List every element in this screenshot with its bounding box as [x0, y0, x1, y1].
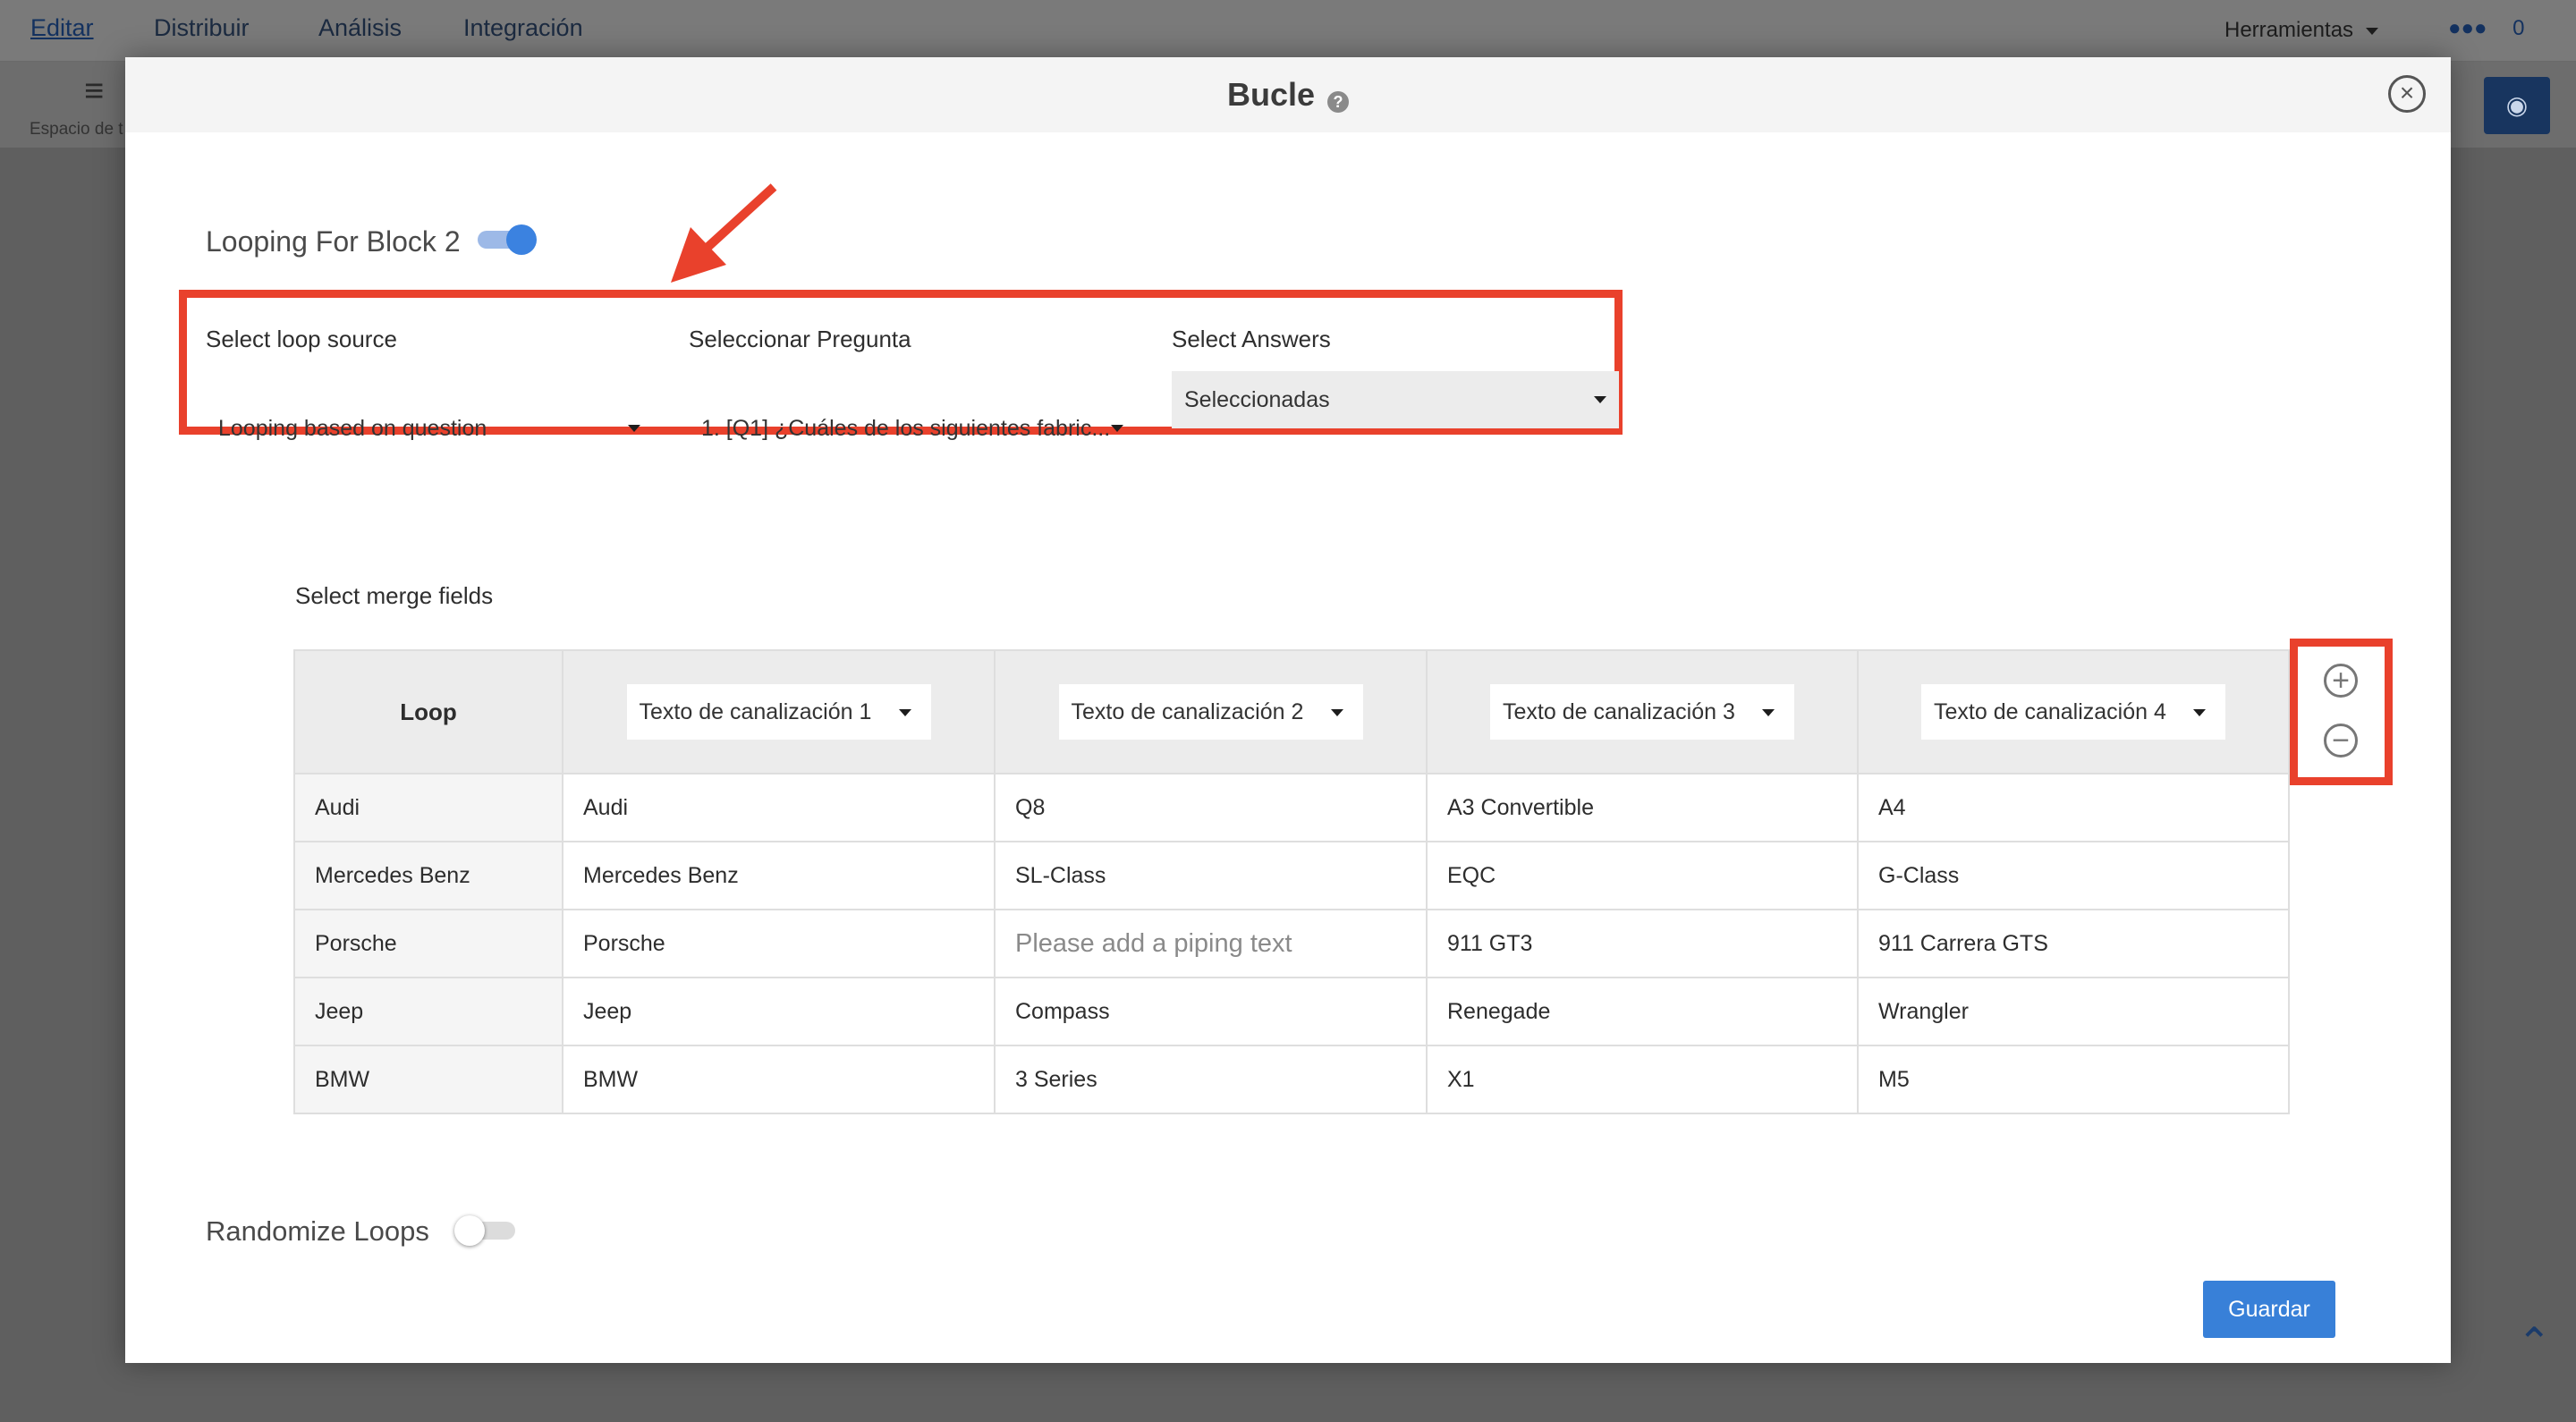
toggle-knob	[506, 224, 537, 255]
piping-cell[interactable]: M5	[1857, 1045, 2290, 1114]
workspace-label: Espacio de t	[30, 120, 123, 139]
loop-cell: Mercedes Benz	[293, 841, 564, 910]
piping-select-4[interactable]: Texto de canalización 4	[1921, 684, 2225, 740]
table-row: Audi Audi Q8 A3 Convertible A4	[293, 773, 2290, 842]
looping-toggle[interactable]	[478, 224, 537, 255]
save-button[interactable]: Guardar	[2203, 1281, 2335, 1338]
close-icon[interactable]: ×	[2388, 75, 2426, 113]
tools-label: Herramientas	[2224, 18, 2354, 42]
chevron-down-icon	[2193, 709, 2206, 716]
loop-source-select[interactable]: Looping based on question	[206, 400, 653, 457]
piping-select-label: Texto de canalización 3	[1503, 699, 1735, 724]
piping-column-header: Texto de canalización 1	[562, 649, 996, 774]
piping-cell[interactable]: 911 GT3	[1426, 909, 1859, 978]
table-header-row: Loop Texto de canalización 1 Texto de ca…	[293, 649, 2290, 774]
piping-column-header: Texto de canalización 4	[1857, 649, 2290, 774]
modal-header: Bucle? ×	[125, 57, 2451, 132]
add-remove-highlight	[2290, 639, 2393, 785]
collaborators-count: 0	[2512, 16, 2525, 40]
chevron-down-icon	[1111, 425, 1123, 432]
piping-cell[interactable]: A3 Convertible	[1426, 773, 1859, 842]
answers-value: Seleccionadas	[1184, 387, 1330, 412]
looping-label: Looping For Block 2	[206, 225, 461, 258]
piping-cell[interactable]: Compass	[994, 977, 1428, 1046]
piping-column-header: Texto de canalización 3	[1426, 649, 1859, 774]
tools-menu[interactable]: Herramientas	[2224, 18, 2379, 43]
tab-analisis[interactable]: Análisis	[318, 14, 402, 42]
piping-select-label: Texto de canalización 1	[639, 699, 872, 724]
chevron-down-icon	[2366, 27, 2379, 35]
eye-icon: ◉	[2505, 91, 2529, 119]
piping-cell[interactable]: X1	[1426, 1045, 1859, 1114]
answers-select[interactable]: Seleccionadas	[1172, 371, 1619, 428]
help-icon[interactable]: ?	[1327, 90, 1350, 113]
piping-select-2[interactable]: Texto de canalización 2	[1058, 684, 1363, 740]
preview-button[interactable]: ◉	[2484, 77, 2550, 134]
randomize-toggle[interactable]	[454, 1215, 515, 1246]
red-arrow-annotation	[671, 183, 777, 283]
randomize-label: Randomize Loops	[206, 1215, 429, 1247]
answers-label: Select Answers	[1172, 326, 1331, 352]
piping-select-label: Texto de canalización 2	[1071, 699, 1304, 724]
piping-cell[interactable]: A4	[1857, 773, 2290, 842]
piping-cell-placeholder[interactable]: Please add a piping text	[994, 909, 1428, 978]
piping-cell[interactable]: 3 Series	[994, 1045, 1428, 1114]
piping-column-header: Texto de canalización 2	[994, 649, 1428, 774]
chevron-down-icon	[1762, 709, 1775, 716]
table-row: Jeep Jeep Compass Renegade Wrangler	[293, 977, 2290, 1046]
plus-circle-icon: +	[2332, 664, 2350, 698]
piping-cell[interactable]: EQC	[1426, 841, 1859, 910]
piping-cell[interactable]: BMW	[562, 1045, 996, 1114]
piping-select-3[interactable]: Texto de canalización 3	[1490, 684, 1794, 740]
piping-cell[interactable]: Wrangler	[1857, 977, 2290, 1046]
loop-source-label: Select loop source	[206, 326, 397, 352]
tab-integracion[interactable]: Integración	[463, 14, 583, 42]
loop-cell: Jeep	[293, 977, 564, 1046]
modal-title: Bucle	[1226, 76, 1316, 113]
piping-select-label: Texto de canalización 4	[1934, 699, 2166, 724]
loop-modal: Bucle? × Looping For Block 2 Select loop…	[125, 57, 2451, 1363]
question-select[interactable]: 1. [Q1] ¿Cuáles de los siguientes fabric…	[689, 400, 1136, 457]
loop-cell: Porsche	[293, 909, 564, 978]
double-chevron-up-icon: ⌃	[2517, 1319, 2552, 1366]
top-navigation: Editar Distribuir Análisis Integración H…	[0, 0, 2576, 62]
remove-column-button[interactable]: −	[2324, 724, 2358, 758]
merge-fields-table: Loop Texto de canalización 1 Texto de ca…	[293, 649, 2290, 1114]
piping-select-1[interactable]: Texto de canalización 1	[626, 684, 931, 740]
tab-distribuir[interactable]: Distribuir	[154, 14, 250, 42]
chevron-down-icon	[628, 425, 640, 432]
chevron-down-icon	[1330, 709, 1343, 716]
loop-column-header: Loop	[293, 649, 564, 774]
chevron-down-icon	[898, 709, 911, 716]
loop-source-value: Looping based on question	[218, 416, 487, 441]
piping-cell[interactable]: Mercedes Benz	[562, 841, 996, 910]
piping-cell[interactable]: Audi	[562, 773, 996, 842]
toggle-knob	[454, 1215, 485, 1246]
loop-cell: BMW	[293, 1045, 564, 1114]
table-row: Mercedes Benz Mercedes Benz SL-Class EQC…	[293, 841, 2290, 910]
question-label: Seleccionar Pregunta	[689, 326, 911, 352]
table-row: BMW BMW 3 Series X1 M5	[293, 1045, 2290, 1114]
piping-cell[interactable]: Jeep	[562, 977, 996, 1046]
piping-cell[interactable]: G-Class	[1857, 841, 2290, 910]
piping-cell[interactable]: 911 Carrera GTS	[1857, 909, 2290, 978]
piping-cell[interactable]: Q8	[994, 773, 1428, 842]
loop-cell: Audi	[293, 773, 564, 842]
tab-editar[interactable]: Editar	[30, 14, 94, 42]
piping-cell[interactable]: Renegade	[1426, 977, 1859, 1046]
piping-cell[interactable]: Porsche	[562, 909, 996, 978]
question-value: 1. [Q1] ¿Cuáles de los siguientes fabric…	[701, 416, 1111, 441]
chevron-down-icon	[1594, 396, 1606, 403]
piping-cell[interactable]: SL-Class	[994, 841, 1428, 910]
merge-fields-label: Select merge fields	[295, 582, 494, 609]
table-row: Porsche Porsche Please add a piping text…	[293, 909, 2290, 978]
people-icon: ●●●	[2448, 16, 2487, 40]
collaborators-button[interactable]: ●●● 0	[2448, 16, 2525, 41]
add-column-button[interactable]: +	[2324, 664, 2358, 698]
minus-circle-icon: −	[2332, 724, 2350, 758]
workspace-icon[interactable]: ≡	[84, 72, 104, 111]
scroll-to-top-button[interactable]: ⌃	[2517, 1322, 2552, 1363]
